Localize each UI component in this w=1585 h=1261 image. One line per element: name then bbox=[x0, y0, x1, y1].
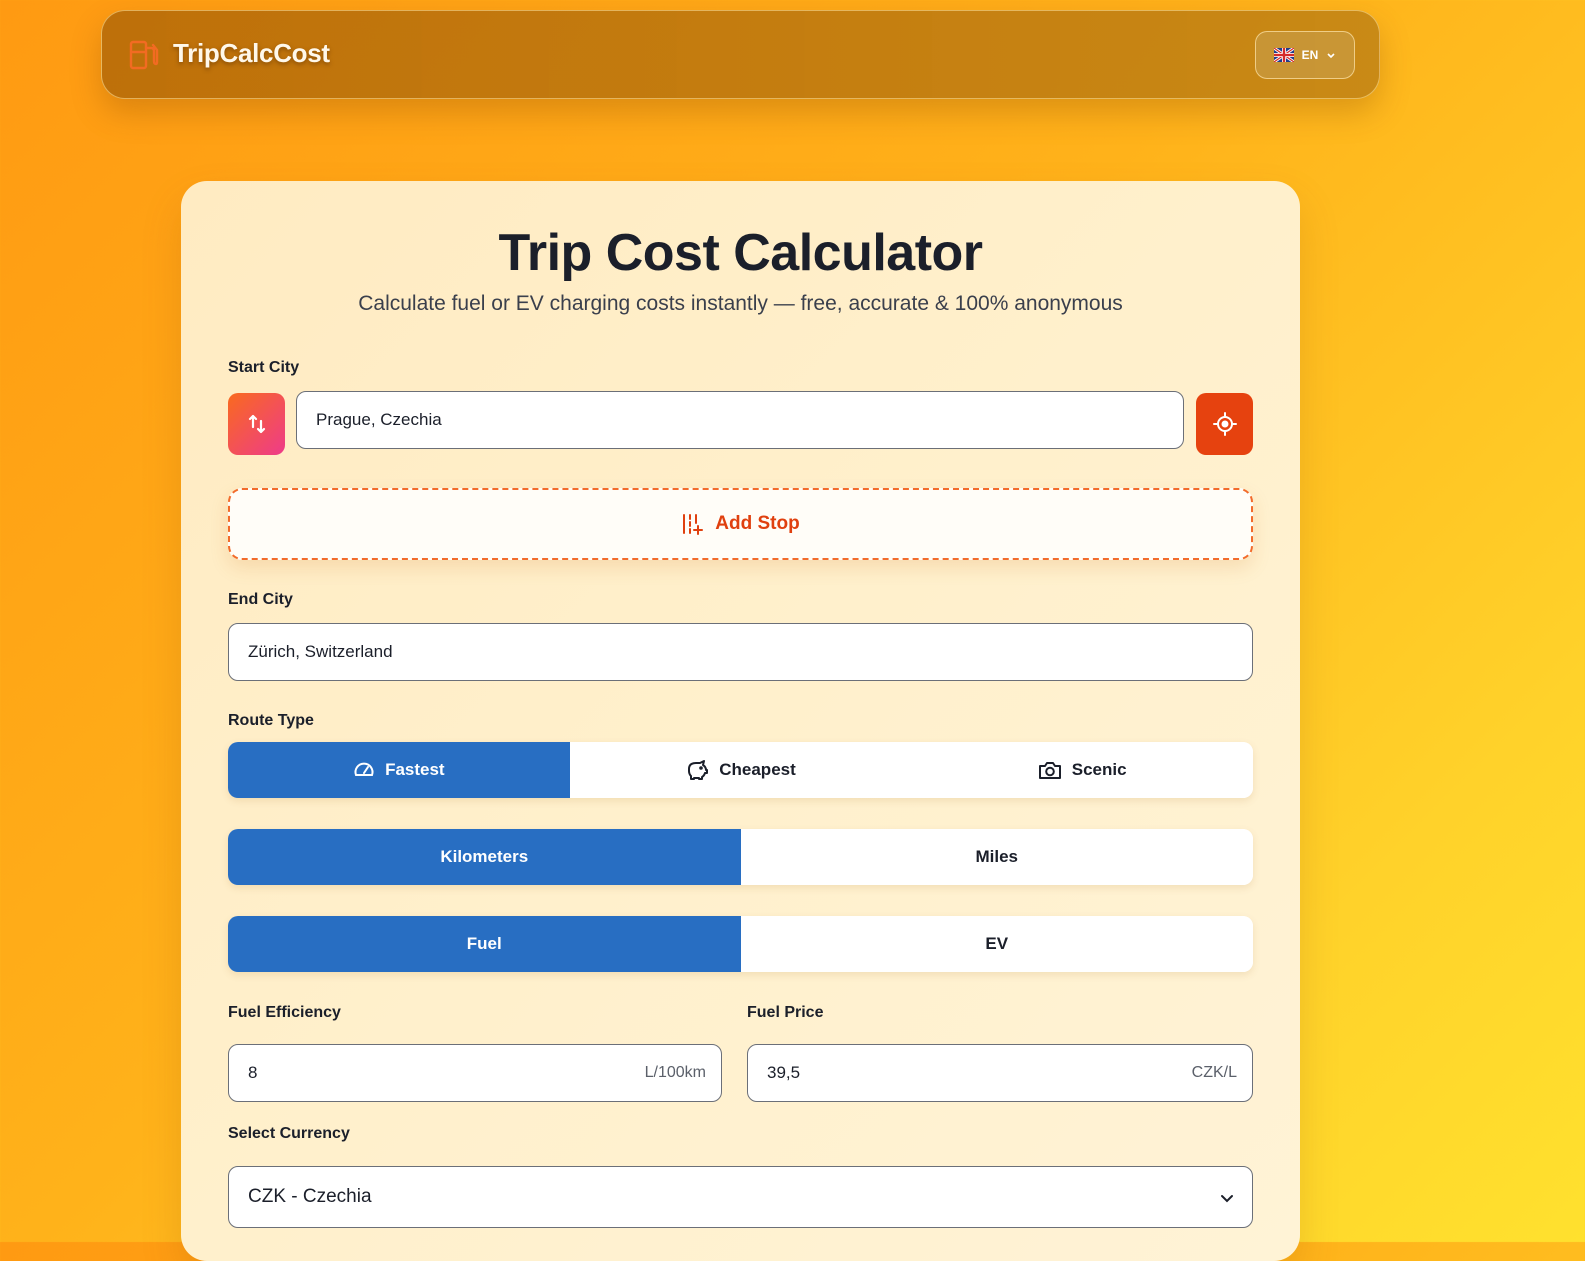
crosshair-icon bbox=[1212, 412, 1237, 436]
fuel-efficiency-field: L/100km bbox=[228, 1044, 722, 1102]
chevron-down-icon bbox=[1221, 1195, 1233, 1203]
brand-name[interactable]: TripCalcCost bbox=[173, 38, 330, 69]
route-option-label: Fastest bbox=[385, 760, 445, 779]
swap-arrows-icon bbox=[248, 414, 265, 434]
route-option-label: Cheapest bbox=[719, 760, 796, 779]
vehicle-type-selector: Fuel EV bbox=[228, 916, 1253, 972]
fuel-efficiency-label: Fuel Efficiency bbox=[228, 1004, 341, 1021]
language-selector[interactable]: EN bbox=[1255, 31, 1355, 79]
language-code: EN bbox=[1301, 48, 1319, 62]
fuel-price-label: Fuel Price bbox=[747, 1004, 824, 1021]
end-city-input[interactable] bbox=[228, 623, 1253, 681]
camera-icon bbox=[1038, 762, 1061, 779]
fuel-price-unit: CZK/L bbox=[1191, 1064, 1237, 1081]
speedometer-icon bbox=[354, 762, 374, 776]
chevron-down-icon bbox=[1327, 53, 1335, 59]
route-type-selector: Fastest Cheapest Scenic bbox=[228, 742, 1253, 798]
top-navbar: TripCalcCost EN bbox=[101, 10, 1380, 99]
page-title: Trip Cost Calculator bbox=[498, 224, 983, 282]
use-my-location-button[interactable] bbox=[1196, 393, 1253, 455]
uk-flag-icon bbox=[1273, 48, 1294, 62]
fuel-price-field: CZK/L bbox=[747, 1044, 1253, 1102]
currency-select[interactable]: CZK - Czechia bbox=[228, 1166, 1253, 1228]
route-type-label: Route Type bbox=[228, 712, 314, 729]
currency-label: Select Currency bbox=[228, 1125, 350, 1142]
route-option-cheapest[interactable]: Cheapest bbox=[569, 742, 912, 798]
end-city-label: End City bbox=[228, 591, 293, 608]
fuel-pump-icon bbox=[129, 40, 159, 70]
distance-unit-selector: Kilometers Miles bbox=[228, 829, 1253, 885]
unit-option-miles[interactable]: Miles bbox=[740, 829, 1253, 885]
currency-selected-value: CZK - Czechia bbox=[248, 1186, 372, 1207]
route-add-icon bbox=[683, 514, 704, 535]
unit-option-kilometers[interactable]: Kilometers bbox=[228, 829, 741, 885]
vehicle-option-fuel[interactable]: Fuel bbox=[228, 916, 741, 972]
fuel-price-input[interactable] bbox=[747, 1044, 1253, 1102]
swap-cities-button[interactable] bbox=[228, 393, 285, 455]
piggy-bank-icon bbox=[688, 760, 709, 780]
calculator-card: Trip Cost Calculator Calculate fuel or E… bbox=[181, 181, 1300, 1261]
route-option-scenic[interactable]: Scenic bbox=[911, 742, 1253, 798]
fuel-efficiency-unit: L/100km bbox=[644, 1064, 706, 1081]
route-option-fastest[interactable]: Fastest bbox=[228, 742, 570, 798]
start-city-input[interactable] bbox=[296, 391, 1184, 449]
route-option-label: Scenic bbox=[1071, 760, 1127, 779]
vehicle-option-ev[interactable]: EV bbox=[740, 916, 1253, 972]
page-subtitle: Calculate fuel or EV charging costs inst… bbox=[358, 292, 1123, 315]
add-stop-button[interactable]: Add Stop bbox=[228, 488, 1253, 560]
add-stop-label: Add Stop bbox=[715, 513, 800, 534]
start-city-label: Start City bbox=[228, 359, 300, 376]
